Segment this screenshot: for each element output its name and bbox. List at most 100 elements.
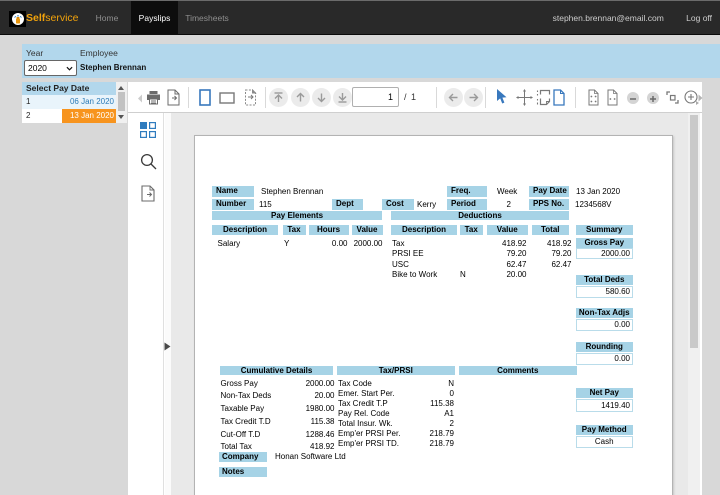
de-row-tax: N: [460, 270, 466, 280]
de-row-desc: PRSI EE: [392, 249, 424, 259]
summary-gross-pay-value: 2000.00: [576, 248, 634, 260]
taxprsi-row-label: Emp'er PRSI TD.: [338, 439, 399, 449]
comments-title: Comments: [459, 366, 578, 375]
pay-date-row-2[interactable]: 2 13 Jan 2020: [22, 109, 116, 123]
summary-net-pay-value: 1419.40: [576, 399, 634, 412]
cum-row-value: 418.92: [285, 442, 335, 452]
de-row-value: 79.20: [487, 249, 527, 259]
toolbar-scroll-left-icon[interactable]: [137, 94, 143, 103]
zoom-in-icon: [647, 93, 659, 105]
thumbnails-button[interactable]: [139, 121, 157, 139]
previous-page-icon: [291, 88, 310, 107]
portrait-layout-button[interactable]: [199, 89, 211, 106]
taxprsi-row-label: Total Insur. Wk.: [338, 419, 393, 429]
pay-date-row-2-number: 2: [26, 109, 30, 123]
field-pps-value: 1234568V: [575, 200, 611, 210]
previous-page-button[interactable]: [291, 88, 310, 107]
de-row-total: 418.92: [532, 239, 572, 249]
year-select[interactable]: 2020: [24, 60, 77, 76]
cum-row-label: Tax Credit T.D: [221, 417, 271, 427]
nav-payslips[interactable]: Payslips: [131, 1, 178, 35]
chevron-down-icon: [66, 65, 73, 72]
pe-col-tax: Tax: [283, 225, 306, 235]
toolbar-separator: [485, 87, 486, 108]
export-button[interactable]: [167, 89, 180, 106]
single-page-view-button[interactable]: [553, 89, 565, 106]
field-period-value: 2: [471, 200, 511, 210]
back-button[interactable]: [444, 88, 463, 107]
zoom-in-button[interactable]: [647, 92, 659, 104]
pay-date-row-1[interactable]: 1 06 Jan 2020: [22, 95, 116, 109]
toolbar-separator: [265, 87, 266, 108]
pay-date-row-1-date[interactable]: 06 Jan 2020: [62, 95, 116, 109]
pay-elements-title: Pay Elements: [212, 211, 382, 220]
year-label: Year: [26, 48, 43, 58]
topbar-user-area: stephen.brennan@email.com Log off: [533, 1, 712, 35]
pay-date-row-1-number: 1: [26, 95, 30, 109]
tax-prsi-title: Tax/PRSI: [337, 366, 455, 375]
toolbar-separator: [436, 87, 437, 108]
export-page-button[interactable]: [141, 185, 155, 202]
field-cost-value: Kerry: [417, 200, 436, 210]
zoom-out-button[interactable]: [627, 92, 639, 104]
taxprsi-row-label: Tax Credit T.P: [338, 399, 388, 409]
taxprsi-row-value: 218.79: [404, 439, 454, 449]
scroll-down-icon[interactable]: [118, 115, 124, 119]
last-page-button[interactable]: [333, 88, 352, 107]
de-col-description: Description: [391, 225, 457, 235]
landscape-layout-button[interactable]: [219, 92, 235, 104]
sidebar-expand-icon[interactable]: [164, 342, 171, 351]
fit-width-button[interactable]: [607, 89, 618, 106]
pe-row-hours: 0.00: [308, 239, 348, 249]
de-col-value: Value: [487, 225, 528, 235]
notes-label: Notes: [219, 467, 267, 478]
page-setup-button[interactable]: [243, 89, 257, 106]
field-cost-label: Cost: [382, 199, 414, 210]
logoff-link[interactable]: Log off: [686, 13, 712, 23]
search-button[interactable]: [140, 153, 157, 170]
fit-page-button[interactable]: [588, 89, 599, 106]
field-number-value: 115: [259, 200, 272, 210]
taxprsi-row-label: Tax Code: [338, 379, 372, 389]
forward-button[interactable]: [464, 88, 483, 107]
pay-date-scrollbar[interactable]: [116, 82, 127, 123]
zoom-selection-button[interactable]: [666, 91, 679, 104]
payslip-document: Name Stephen Brennan Freq. Week Pay Date…: [194, 135, 673, 495]
app-title-rest: service: [45, 12, 78, 24]
toolbar-separator: [575, 87, 576, 108]
viewer-scrollbar-thumb[interactable]: [690, 115, 698, 348]
pay-date-row-2-date[interactable]: 13 Jan 2020: [62, 109, 116, 123]
summary-rounding-value: 0.00: [576, 353, 634, 365]
pay-date-scrollbar-thumb[interactable]: [118, 92, 125, 111]
field-paydate-label: Pay Date: [529, 186, 569, 197]
nav-timesheets[interactable]: Timesheets: [180, 1, 234, 35]
scroll-up-icon[interactable]: [118, 86, 124, 90]
filter-bar: Year Employee 2020 Stephen Brennan: [22, 44, 720, 78]
app-logo: [9, 11, 26, 27]
company-value: Honan Software Ltd: [275, 452, 346, 462]
toolbar-scroll-right-icon[interactable]: [698, 94, 703, 102]
first-page-button[interactable]: [269, 88, 288, 107]
continuous-scroll-button[interactable]: [536, 89, 551, 106]
summary-total-deds-label: Total Deds: [576, 275, 634, 285]
summary-title: Summary: [576, 225, 634, 235]
user-email: stephen.brennan@email.com: [553, 13, 664, 23]
cum-row-label: Taxable Pay: [221, 404, 265, 414]
year-select-value: 2020: [28, 63, 47, 73]
print-button[interactable]: [146, 90, 161, 105]
de-row-desc: Tax: [392, 239, 404, 249]
viewer-scrollbar[interactable]: [688, 113, 700, 495]
pe-col-value: Value: [352, 225, 383, 235]
taxprsi-row-label: Emer. Start Per.: [338, 389, 394, 399]
pan-tool-button[interactable]: [516, 89, 533, 106]
field-name-label: Name: [212, 186, 254, 197]
select-tool-button[interactable]: [495, 88, 508, 106]
nav-home[interactable]: Home: [88, 1, 126, 35]
next-page-button[interactable]: [312, 88, 331, 107]
taxprsi-row-value: N: [404, 379, 454, 389]
cum-row-value: 1288.46: [285, 430, 335, 440]
page-number-input[interactable]: 1: [352, 87, 399, 107]
top-navigation-bar: Selfservice Home Payslips Timesheets ste…: [0, 0, 720, 35]
field-dept-label: Dept: [332, 199, 363, 210]
forward-arrow-icon: [464, 88, 483, 107]
